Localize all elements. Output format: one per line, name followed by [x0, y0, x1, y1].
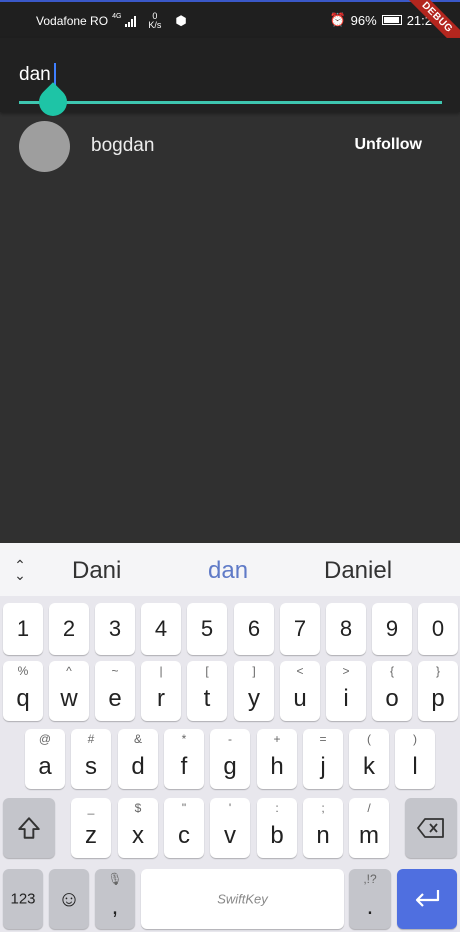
- notification-icon: ⬢: [175, 13, 187, 28]
- unfollow-button[interactable]: Unfollow: [354, 136, 422, 154]
- signal-icon: [125, 15, 137, 27]
- key-v[interactable]: ' v: [210, 798, 250, 858]
- key-9[interactable]: 9: [372, 603, 412, 655]
- backspace-key[interactable]: [405, 798, 457, 858]
- search-input[interactable]: [19, 60, 439, 90]
- key-8[interactable]: 8: [326, 603, 366, 655]
- key-1[interactable]: 1: [3, 603, 43, 655]
- key-j[interactable]: = j: [303, 729, 343, 789]
- key-m[interactable]: / m: [349, 798, 389, 858]
- status-top-line: [0, 0, 460, 2]
- key-c[interactable]: " c: [164, 798, 204, 858]
- emoji-icon: ☺: [57, 886, 81, 911]
- emoji-key[interactable]: ☺: [49, 869, 89, 929]
- enter-key[interactable]: [397, 869, 457, 929]
- space-key[interactable]: SwiftKey: [141, 869, 344, 929]
- key-6[interactable]: 6: [234, 603, 274, 655]
- key-o[interactable]: {o: [372, 661, 412, 721]
- key-p[interactable]: } p: [418, 661, 458, 721]
- key-h[interactable]: + h: [257, 729, 297, 789]
- carrier-name: Vodafone RO: [36, 14, 109, 28]
- battery-icon: [381, 15, 402, 25]
- suggestion-right[interactable]: Daniel: [324, 557, 392, 585]
- key-f[interactable]: * f: [164, 729, 204, 789]
- mic-icon: 🎙: [107, 872, 123, 886]
- enter-icon: [415, 890, 440, 907]
- key-l[interactable]: ) l: [395, 729, 435, 789]
- period-key[interactable]: ,!?.: [349, 869, 391, 929]
- comma-key[interactable]: 🎙 ,: [95, 869, 135, 929]
- key-2[interactable]: 2: [49, 603, 89, 655]
- key-z[interactable]: _ z: [71, 798, 111, 858]
- key-k[interactable]: (k: [349, 729, 389, 789]
- key-r[interactable]: | r: [141, 661, 181, 721]
- space-brand-label: SwiftKey: [217, 891, 268, 907]
- shift-icon: [18, 817, 40, 839]
- backspace-icon: [417, 818, 444, 838]
- key-0[interactable]: 0: [418, 603, 458, 655]
- key-5[interactable]: 5: [187, 603, 227, 655]
- search-app-bar: [0, 38, 460, 122]
- key-e[interactable]: ~ e: [95, 661, 135, 721]
- net-speed: 0 K/s: [148, 12, 161, 30]
- expand-toolbar-icon[interactable]: ⌃ ⌄: [10, 558, 30, 582]
- app-screen: Vodafone RO 4G 0 K/s ⬢ ⏰ 96% 21:2 DEBUG …: [0, 0, 460, 932]
- key-y[interactable]: ] y: [234, 661, 274, 721]
- key-a[interactable]: @ a: [25, 729, 65, 789]
- status-bar: Vodafone RO 4G 0 K/s ⬢ ⏰ 96% 21:2 DEBUG: [0, 0, 460, 55]
- suggestion-center[interactable]: dan: [208, 557, 248, 585]
- key-w[interactable]: ^ w: [49, 661, 89, 721]
- avatar: [19, 121, 70, 172]
- key-i[interactable]: > i: [326, 661, 366, 721]
- search-underline: [19, 101, 442, 104]
- key-d[interactable]: & d: [118, 729, 158, 789]
- network-type: 4G: [112, 12, 122, 20]
- alarm-icon: ⏰: [329, 12, 346, 27]
- key-u[interactable]: < u: [280, 661, 320, 721]
- shift-key[interactable]: [3, 798, 55, 858]
- status-left: Vodafone RO 4G 0 K/s ⬢: [36, 12, 187, 30]
- soft-keyboard: ⌃ ⌄ Dani dan Daniel 1 2 3 4 5 6 7 8 9 0 %…: [0, 543, 460, 932]
- suggestion-bar: ⌃ ⌄ Dani dan Daniel: [0, 543, 460, 596]
- username: bogdan: [91, 135, 155, 156]
- key-7[interactable]: 7: [280, 603, 320, 655]
- key-n[interactable]: ; n: [303, 798, 343, 858]
- symbols-key[interactable]: 123: [3, 869, 43, 929]
- key-b[interactable]: :b: [257, 798, 297, 858]
- key-3[interactable]: 3: [95, 603, 135, 655]
- key-q[interactable]: % q: [3, 661, 43, 721]
- suggestion-left[interactable]: Dani: [72, 557, 121, 585]
- status-right: ⏰ 96% 21:2: [329, 12, 432, 28]
- key-4[interactable]: 4: [141, 603, 181, 655]
- list-item[interactable]: bogdan Unfollow: [0, 118, 460, 174]
- key-x[interactable]: $ x: [118, 798, 158, 858]
- key-t[interactable]: [t: [187, 661, 227, 721]
- key-s[interactable]: # s: [71, 729, 111, 789]
- net-speed-unit: K/s: [148, 20, 162, 30]
- key-g[interactable]: -g: [210, 729, 250, 789]
- battery-percent: 96%: [350, 12, 377, 28]
